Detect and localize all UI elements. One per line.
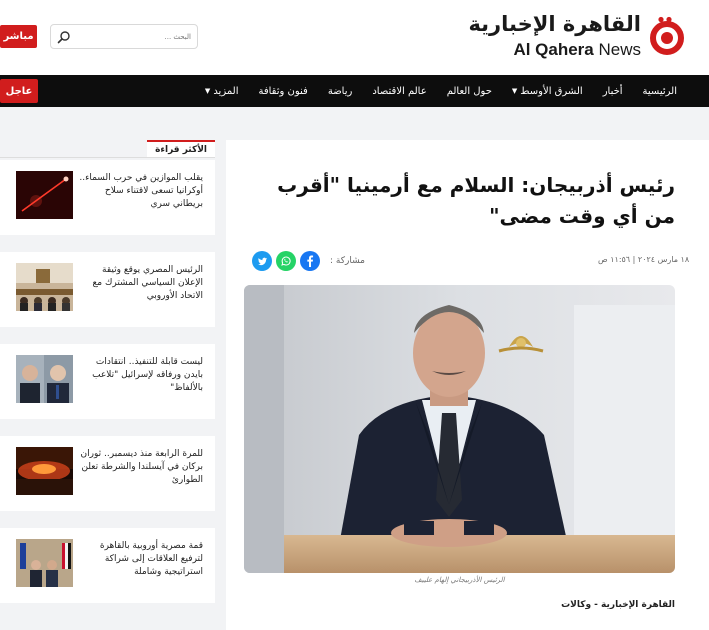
most-read-title: الأكثر قراءة — [147, 140, 215, 157]
chevron-down-icon: ▼ — [511, 87, 518, 95]
logo-english-text: Al Qahera News — [513, 40, 641, 59]
nav-item-arts-culture[interactable]: فنون وثقافة — [248, 86, 317, 97]
thumbnail-summit-image[interactable] — [16, 539, 73, 587]
nav-item-sports[interactable]: رياضة — [318, 86, 363, 97]
most-read-item-title[interactable]: قمة مصرية أوروبية بالقاهرة لترفيع العلاق… — [78, 540, 203, 579]
thumbnail-laser-image[interactable] — [16, 171, 73, 219]
most-read-item[interactable]: يقلب الموازين في حرب السماء.. أوكرانيا ت… — [0, 160, 215, 235]
nav-item-economy[interactable]: عالم الاقتصاد — [362, 86, 436, 97]
most-read-item-title[interactable]: للمرة الرابعة منذ ديسمبر.. ثوران بركان ف… — [78, 448, 203, 487]
nav-item-more[interactable]: المزيد ▼ — [195, 86, 249, 97]
thumbnail-signing-image[interactable] — [16, 263, 73, 311]
article-source: القاهرة الإخبارية - وكالات — [561, 600, 675, 610]
logo-arabic-text: القاهرة الإخبارية — [468, 12, 641, 36]
share-label: مشاركة : — [330, 256, 365, 266]
site-logo[interactable]: القاهرة الإخبارية Al Qahera News — [468, 12, 687, 60]
search-input[interactable] — [81, 29, 191, 45]
article-main-photo — [244, 285, 675, 573]
live-button[interactable]: مباشر — [0, 25, 37, 48]
search-icon[interactable] — [57, 30, 71, 44]
nav-menu: الرئيسية أخبار الشرق الأوسط ▼ حول العالم … — [195, 75, 687, 107]
thumbnail-volcano-image[interactable] — [16, 447, 73, 495]
most-read-item[interactable]: قمة مصرية أوروبية بالقاهرة لترفيع العلاق… — [0, 528, 215, 603]
most-read-item[interactable]: للمرة الرابعة منذ ديسمبر.. ثوران بركان ف… — [0, 436, 215, 511]
divider — [0, 157, 215, 158]
main-navigation: عاجل الرئيسية أخبار الشرق الأوسط ▼ حول ال… — [0, 75, 709, 107]
nav-item-home[interactable]: الرئيسية — [633, 86, 687, 97]
most-read-item[interactable]: ليست قابلة للتنفيذ.. انتقادات بايدن ورفا… — [0, 344, 215, 419]
thumbnail-leaders-image[interactable] — [16, 355, 73, 403]
most-read-item-title[interactable]: ليست قابلة للتنفيذ.. انتقادات بايدن ورفا… — [78, 356, 203, 395]
search-box[interactable] — [50, 24, 198, 49]
twitter-share-icon[interactable] — [252, 251, 272, 271]
logo-mark-icon — [650, 16, 684, 55]
photo-caption: الرئيس الأذربيجاني إلهام علييف — [414, 576, 505, 584]
facebook-share-icon[interactable] — [300, 251, 320, 271]
urgent-button[interactable]: عاجل — [0, 79, 38, 103]
article-headline: رئيس أذربيجان: السلام مع أرمينيا "أقرب م… — [277, 173, 675, 228]
chevron-down-icon: ▼ — [204, 87, 211, 95]
site-header: مباشر القاهرة الإخبارية Al Qahera News — [0, 0, 709, 75]
article-date: ١٨ مارس ٢٠٢٤ | ١١:٥٦ ص — [598, 255, 690, 264]
most-read-item[interactable]: الرئيس المصري يوقع وثيقة الإعلان السياسي… — [0, 252, 215, 327]
nav-item-world[interactable]: حول العالم — [437, 86, 502, 97]
share-bar: مشاركة : — [252, 250, 365, 272]
nav-item-news[interactable]: أخبار — [593, 86, 633, 97]
most-read-item-title[interactable]: الرئيس المصري يوقع وثيقة الإعلان السياسي… — [78, 264, 203, 303]
most-read-item-title[interactable]: يقلب الموازين في حرب السماء.. أوكرانيا ت… — [78, 172, 203, 211]
most-read-header: الأكثر قراءة — [0, 140, 215, 158]
whatsapp-share-icon[interactable] — [276, 251, 296, 271]
nav-item-middle-east[interactable]: الشرق الأوسط ▼ — [502, 86, 593, 97]
